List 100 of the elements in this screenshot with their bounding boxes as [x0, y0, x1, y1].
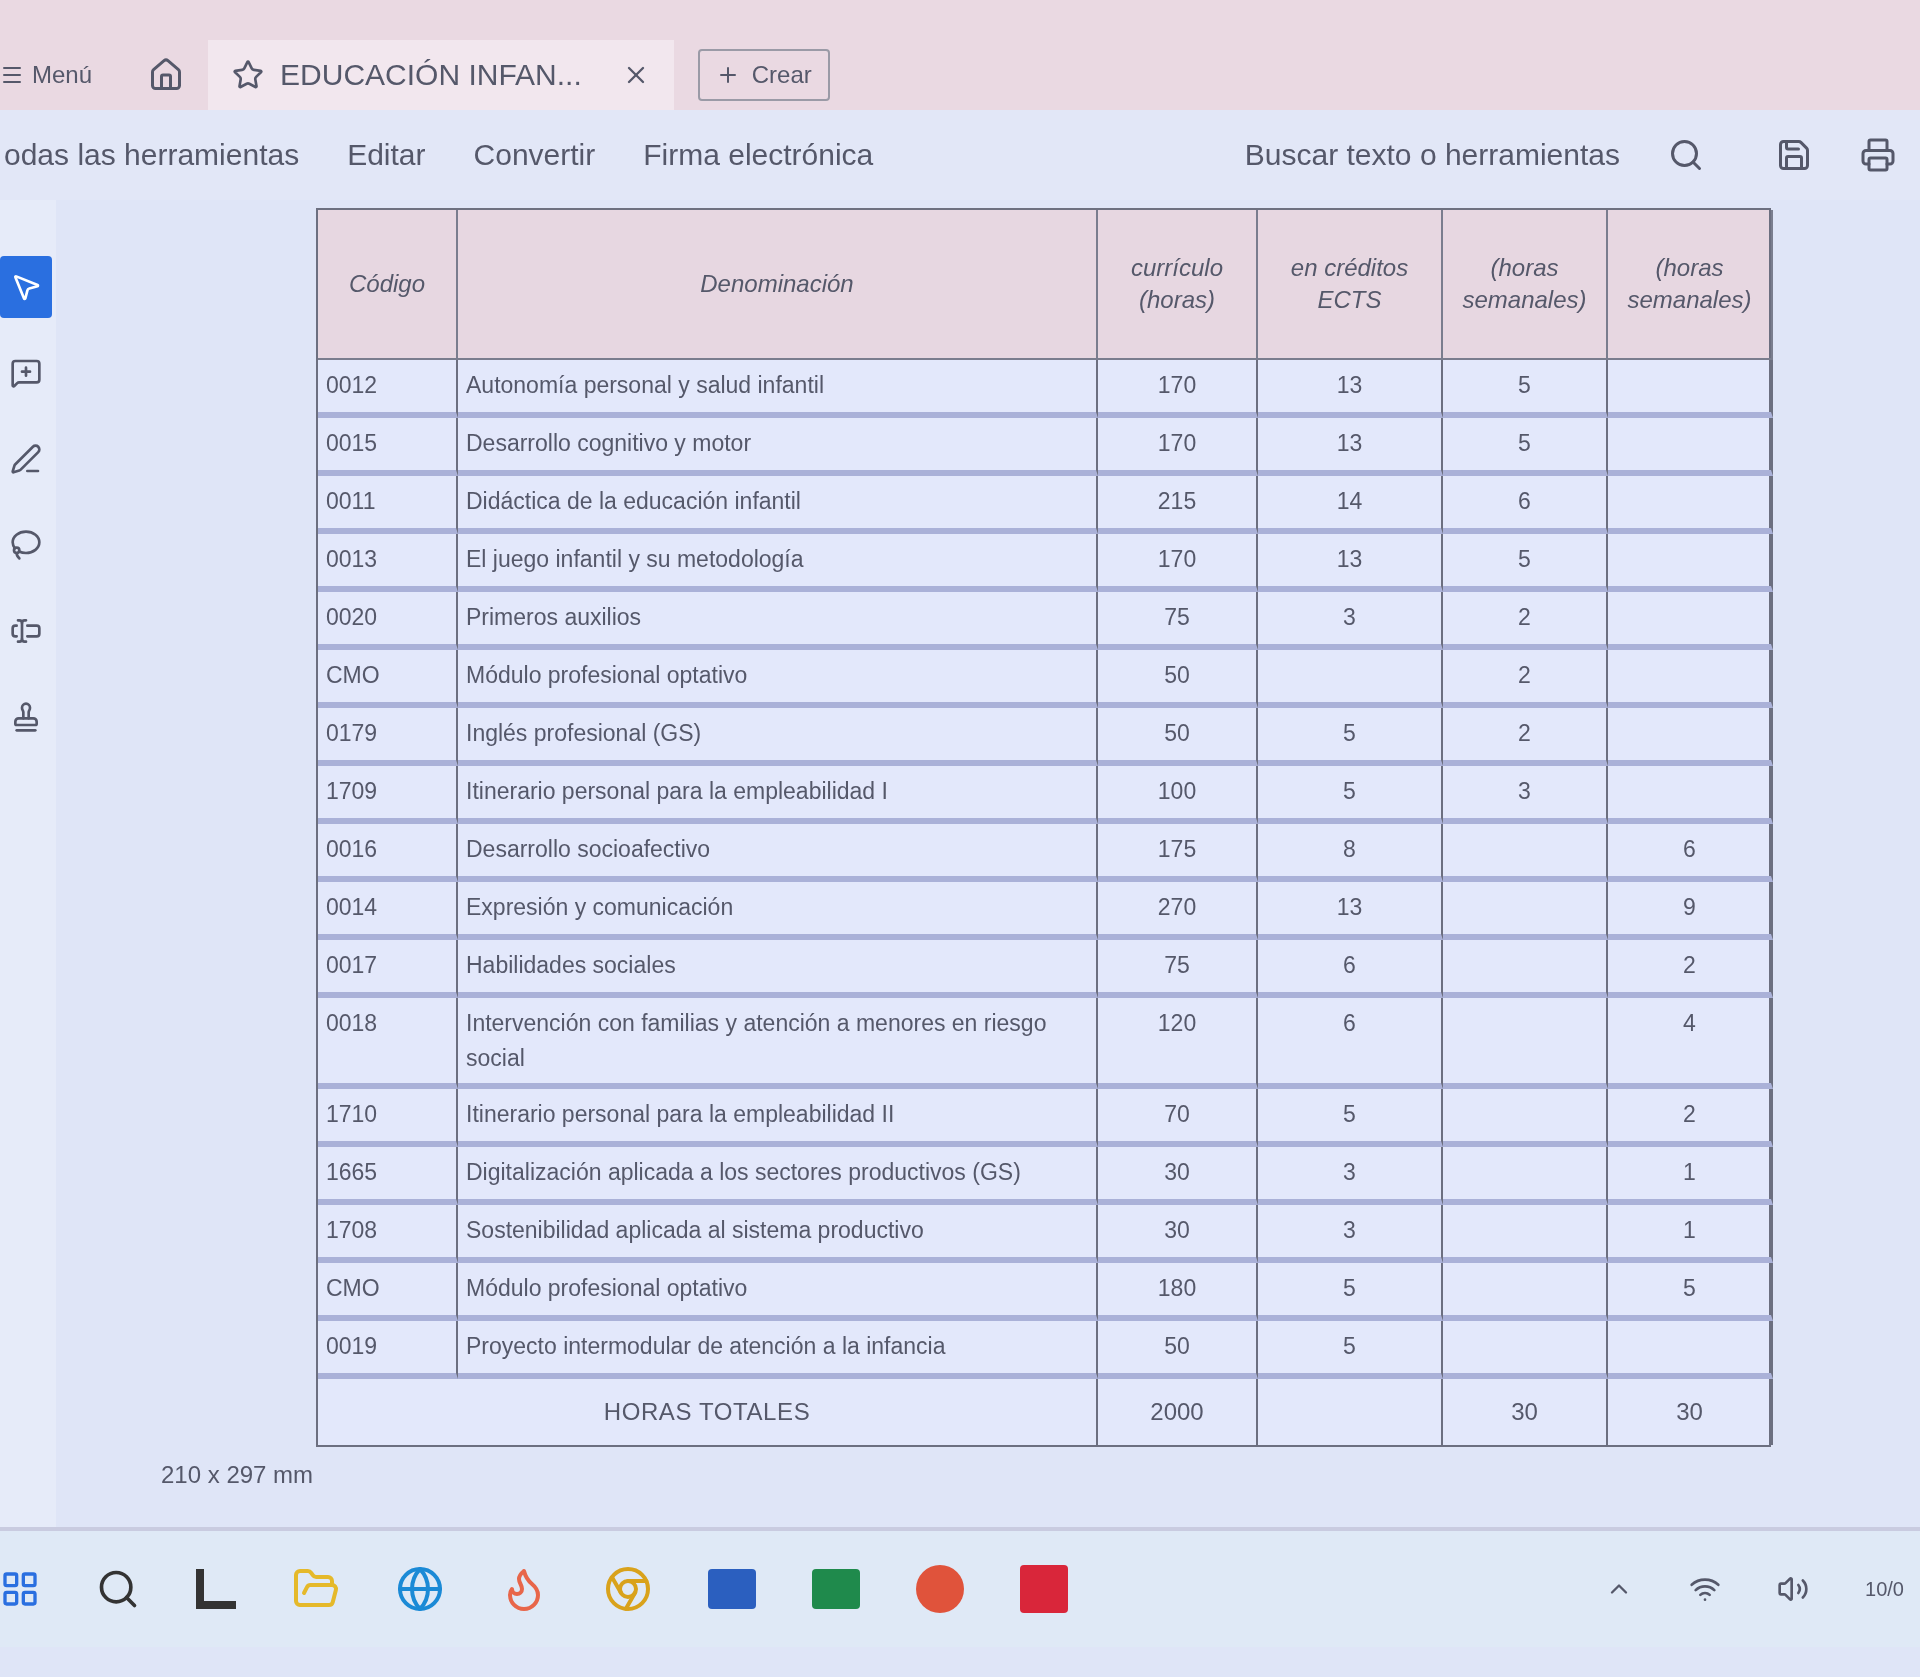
table-cell: 170: [1098, 418, 1258, 476]
table-cell: 0013: [318, 534, 458, 592]
table-cell: 0179: [318, 708, 458, 766]
table-cell: 70: [1098, 1089, 1258, 1147]
table-cell: 5: [1608, 1263, 1773, 1321]
slides-app-icon[interactable]: [916, 1565, 964, 1613]
table-cell: 180: [1098, 1263, 1258, 1321]
page-size-label: 210 x 297 mm: [161, 1460, 315, 1490]
table-cell: 6: [1258, 940, 1443, 998]
table-cell: 5: [1258, 1089, 1443, 1147]
table-cell: Desarrollo socioafectivo: [458, 824, 1098, 882]
table-cell: 2: [1608, 940, 1773, 998]
column-header: currículo (horas): [1098, 210, 1258, 360]
table-cell: 2: [1443, 592, 1608, 650]
table-cell: 13: [1258, 418, 1443, 476]
table-cell: 30: [1608, 1379, 1773, 1445]
table-cell: Itinerario personal para la empleabilidad II: [458, 1089, 1098, 1147]
table-cell: 75: [1098, 940, 1258, 998]
star-icon: [232, 59, 265, 91]
table-cell: 5: [1258, 766, 1443, 824]
table-cell: 30: [1098, 1147, 1258, 1205]
table-cell: 5: [1443, 360, 1608, 418]
table-cell: 30: [1098, 1205, 1258, 1263]
table-cell: 5: [1258, 1263, 1443, 1321]
table-cell: 0018: [318, 998, 458, 1089]
table-cell: CMO: [318, 650, 458, 708]
table-cell: 120: [1098, 998, 1258, 1089]
table-cell: 50: [1098, 650, 1258, 708]
table-cell: 270: [1098, 882, 1258, 940]
table-cell: 8: [1258, 824, 1443, 882]
globe-icon[interactable]: [396, 1565, 444, 1613]
table-cell: 50: [1098, 1321, 1258, 1379]
table-cell: 3: [1258, 592, 1443, 650]
table-cell: Proyecto intermodular de atención a la infancia: [458, 1321, 1098, 1379]
table-cell: El juego infantil y su metodología: [458, 534, 1098, 592]
create-button[interactable]: Crear: [697, 49, 830, 101]
search-icon[interactable]: [1668, 137, 1704, 173]
table-cell: Didáctica de la educación infantil: [458, 476, 1098, 534]
table-cell: 0011: [318, 476, 458, 534]
table-cell: 1: [1608, 1205, 1773, 1263]
table-cell: 13: [1258, 882, 1443, 940]
toolbar-tab[interactable]: Convertir: [473, 137, 596, 173]
table-cell: Expresión y comunicación: [458, 882, 1098, 940]
table-cell: 0014: [318, 882, 458, 940]
table-cell: 5: [1258, 1321, 1443, 1379]
toolbar-tab[interactable]: odas las herramientas: [4, 137, 300, 173]
table-cell: 3: [1258, 1147, 1443, 1205]
table-cell: 2000: [1098, 1379, 1258, 1445]
table-cell: 5: [1443, 418, 1608, 476]
clock[interactable]: 10/0: [1865, 1575, 1904, 1603]
comment-icon: [10, 357, 42, 389]
toolbar-tab[interactable]: Editar: [347, 137, 426, 173]
table-cell: 9: [1608, 882, 1773, 940]
table-cell: 170: [1098, 534, 1258, 592]
start-icon[interactable]: [0, 1569, 40, 1609]
column-header: (horas semanales): [1443, 210, 1608, 360]
tool-button[interactable]: [0, 256, 52, 318]
table-cell: Sostenibilidad aplicada al sistema productivo: [458, 1205, 1098, 1263]
table-cell: Habilidades sociales: [458, 940, 1098, 998]
table-cell: Inglés profesional (GS): [458, 708, 1098, 766]
table-cell: HORAS TOTALES: [318, 1379, 1098, 1445]
table-cell: CMO: [318, 1263, 458, 1321]
table-cell: 2: [1608, 1089, 1773, 1147]
table-cell: 0012: [318, 360, 458, 418]
table-cell: 2: [1443, 708, 1608, 766]
table-cell: 14: [1258, 476, 1443, 534]
table-cell: 6: [1608, 824, 1773, 882]
printer-icon[interactable]: [1860, 137, 1896, 173]
table-cell: 30: [1443, 1379, 1608, 1445]
search-tools-field[interactable]: Buscar texto o herramientas: [1244, 137, 1620, 173]
table-cell: 5: [1258, 708, 1443, 766]
table-cell: Itinerario personal para la empleabilidad I: [458, 766, 1098, 824]
table-cell: 6: [1258, 998, 1443, 1089]
menu-button[interactable]: Menú: [0, 59, 93, 91]
tab-title: EDUCACIÓN INFAN...: [280, 57, 582, 93]
table-cell: 3: [1443, 766, 1608, 824]
table-cell: 215: [1098, 476, 1258, 534]
window-icon[interactable]: [196, 1569, 236, 1609]
table-cell: 0015: [318, 418, 458, 476]
table-cell: 3: [1258, 1205, 1443, 1263]
table-cell: 0020: [318, 592, 458, 650]
table-cell: 1709: [318, 766, 458, 824]
table-cell: Primeros auxilios: [458, 592, 1098, 650]
table-cell: 5: [1443, 534, 1608, 592]
table-cell: Módulo profesional optativo: [458, 1263, 1098, 1321]
table-cell: 13: [1258, 360, 1443, 418]
toolbar-tab[interactable]: Firma electrónica: [643, 137, 874, 173]
pen-icon: [10, 443, 42, 475]
table-cell: 0019: [318, 1321, 458, 1379]
table-cell: 1665: [318, 1147, 458, 1205]
save-icon[interactable]: [1776, 137, 1812, 173]
column-header: (horas semanales): [1608, 210, 1773, 360]
table-cell: 170: [1098, 360, 1258, 418]
table-cell: 13: [1258, 534, 1443, 592]
document-tab[interactable]: EDUCACIÓN INFAN...: [208, 40, 674, 110]
column-header: Código: [318, 210, 458, 360]
table-cell: 0016: [318, 824, 458, 882]
table-cell: 2: [1443, 650, 1608, 708]
table-cell: 100: [1098, 766, 1258, 824]
table-cell: 175: [1098, 824, 1258, 882]
